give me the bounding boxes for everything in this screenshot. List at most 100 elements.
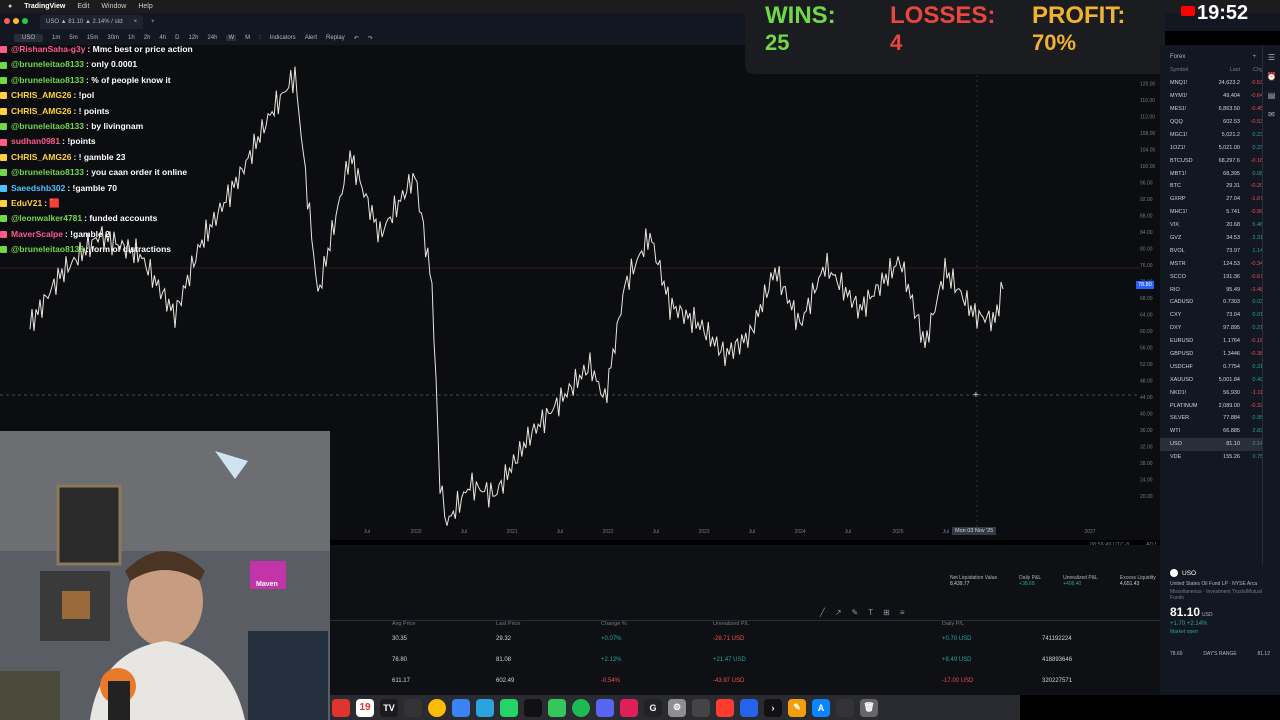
measure-tool-icon[interactable]: ⊞ [883, 608, 890, 617]
indicators-button[interactable]: Indicators [270, 35, 296, 41]
chat-username: CHRIS_AMG26 [11, 151, 72, 162]
whatsapp-icon[interactable] [500, 698, 518, 717]
terminal-icon[interactable]: › [764, 698, 782, 717]
x-tick-label: 2023 [698, 529, 709, 535]
settings-icon[interactable]: ⚙ [668, 698, 686, 717]
telegram-icon[interactable] [476, 698, 494, 717]
news-icon[interactable]: ✉ [1268, 110, 1275, 119]
close-window-icon[interactable] [4, 18, 10, 24]
zoom-window-icon[interactable] [22, 18, 28, 24]
openai-icon[interactable] [524, 698, 542, 717]
alert-button[interactable]: Alert [305, 35, 317, 41]
x-tick-label: Jul [653, 529, 659, 535]
replay-button[interactable]: Replay [326, 35, 345, 41]
watchlist-last: 66.885 [1223, 428, 1240, 435]
chat-text: : by livingnam [86, 120, 144, 131]
new-tab-icon[interactable]: + [151, 19, 155, 25]
interval-m[interactable]: M [245, 35, 250, 41]
chat-username: @bruneleitao8133 [11, 244, 85, 255]
chat-username: @bruneleitao8133 [11, 74, 85, 85]
interval-12h[interactable]: 12h [188, 35, 198, 41]
pos-col-last[interactable]: Last Price [496, 621, 520, 627]
pos-col-daily[interactable]: Daily P/L [942, 621, 964, 627]
interval-1h[interactable]: 1h [128, 35, 135, 41]
chat-text: : !gamble 70 [67, 182, 117, 193]
pos-col-avg[interactable]: Avg Price [392, 621, 415, 627]
app-store-icon[interactable]: A [812, 698, 830, 717]
app-icon-red[interactable] [716, 698, 734, 717]
app-icon-dark[interactable] [404, 698, 422, 717]
position-chg: +2.12% [601, 657, 622, 663]
profit-value: 70% [1032, 30, 1077, 55]
ray-tool-icon[interactable]: ↗ [835, 608, 842, 617]
symbol-detail-ticker[interactable]: USO [1182, 570, 1196, 577]
watchlist-last: 1.3446 [1223, 351, 1240, 358]
interval-15m[interactable]: 15m [87, 35, 99, 41]
redo-icon[interactable]: ↷ [368, 35, 373, 42]
undo-icon[interactable]: ↶ [354, 35, 359, 42]
wins-value: 25 [765, 30, 790, 55]
pos-col-unrealized[interactable]: Unrealized P/L [713, 621, 749, 627]
calendar-icon[interactable]: 19 [356, 698, 374, 717]
chat-username: MaverScalpe [11, 228, 63, 239]
brush-tool-icon[interactable]: ✎ [852, 608, 859, 617]
y-tick-label: 64.00 [1140, 313, 1153, 319]
downloads-icon[interactable] [836, 698, 854, 717]
interval-5m[interactable]: 5m [69, 35, 77, 41]
pencil-icon[interactable]: ✎ [788, 698, 806, 717]
watchlist-icon[interactable]: ☰ [1268, 53, 1275, 62]
text-tool-icon[interactable]: T [868, 608, 873, 617]
pos-col-change[interactable]: Change % [601, 621, 627, 627]
alerts-icon[interactable]: ⏰ [1267, 72, 1277, 81]
tab-close-icon[interactable]: × [134, 19, 138, 25]
chrome-icon[interactable] [428, 698, 446, 717]
watchlist-title[interactable]: Forex [1170, 54, 1185, 60]
y-tick-label: 112.00 [1140, 115, 1155, 121]
interval-24h[interactable]: 24h [207, 35, 217, 41]
interval-w[interactable]: W [226, 35, 237, 41]
minimize-window-icon[interactable] [13, 18, 19, 24]
slack-icon[interactable] [620, 698, 638, 717]
chart-type-icon[interactable]: ⫶ [259, 35, 261, 42]
app-icon-g[interactable]: G [644, 698, 662, 717]
app-icon-1[interactable] [332, 698, 350, 717]
dock: 19 TV G ⚙ › ✎ A 🗑 [330, 695, 1020, 720]
interval-2h[interactable]: 2h [144, 35, 151, 41]
discord-icon[interactable] [596, 698, 614, 717]
menu-app-name[interactable]: TradingView [24, 3, 65, 10]
symbol-search[interactable]: USO [14, 34, 44, 42]
safari-icon[interactable] [452, 698, 470, 717]
menu-item-help[interactable]: Help [138, 3, 152, 10]
chat-badge-icon [0, 138, 7, 146]
col-symbol[interactable]: Symbol [1170, 67, 1204, 73]
tradingview-icon[interactable]: TV [380, 698, 398, 717]
col-last[interactable]: Last [1204, 67, 1240, 73]
menu-item-window[interactable]: Window [101, 3, 126, 10]
data-window-icon[interactable]: ▤ [1268, 91, 1276, 100]
trash-icon[interactable]: 🗑 [860, 698, 878, 717]
apple-icon[interactable]: ● [8, 3, 12, 10]
notes-icon[interactable] [740, 698, 758, 717]
interval-d[interactable]: D [175, 35, 179, 41]
chat-username: @bruneleitao8133 [11, 167, 85, 178]
watchlist-symbol: MGC1! [1170, 131, 1188, 138]
fib-tool-icon[interactable]: ≡ [900, 608, 905, 617]
menu-item-edit[interactable]: Edit [77, 3, 89, 10]
interval-4h[interactable]: 4h [159, 35, 166, 41]
chat-text: : ! points [73, 105, 110, 116]
spotify-icon[interactable] [572, 698, 590, 717]
interval-30m[interactable]: 30m [107, 35, 119, 41]
add-symbol-icon[interactable]: + [1252, 54, 1256, 60]
y-tick-label: 76.00 [1140, 263, 1153, 269]
market-status: Market open [1170, 629, 1198, 635]
watchlist-symbol: MBT1! [1170, 170, 1187, 177]
watchlist-symbol: SCCO [1170, 273, 1186, 280]
interval-1m[interactable]: 1m [52, 35, 60, 41]
days-range: 78.69 DAY'S RANGE 81.12 [1160, 637, 1280, 657]
watchlist-last: 56,930 [1223, 389, 1240, 396]
crosshair-date-label: Mon 03 Nov '25 [952, 527, 997, 535]
line-tool-icon[interactable]: ╱ [820, 608, 825, 617]
tab-uso[interactable]: USO ▲ 81.10 ▲ 2.14% / std × [40, 15, 144, 29]
calculator-icon[interactable] [692, 698, 710, 717]
messages-icon[interactable] [548, 698, 566, 717]
